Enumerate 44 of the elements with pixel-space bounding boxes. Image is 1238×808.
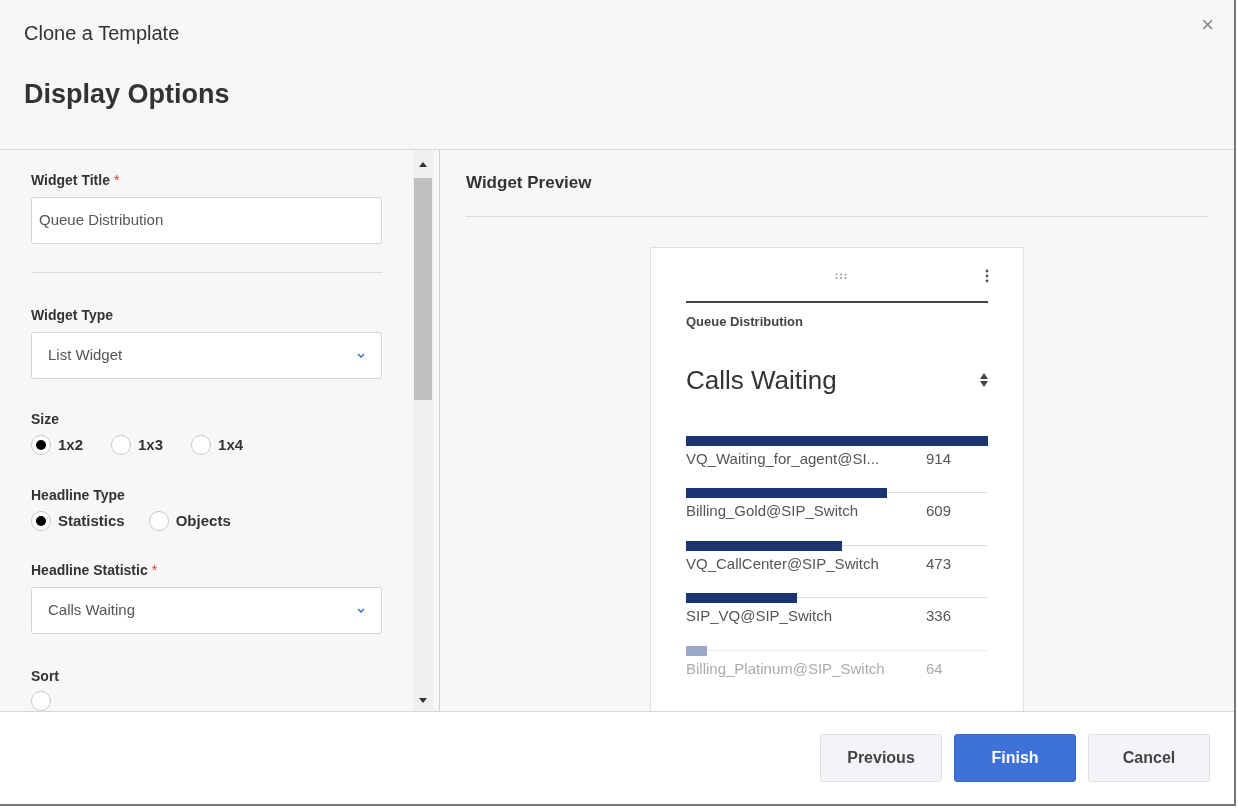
- dialog-subtitle: Display Options: [24, 78, 230, 111]
- row-name: SIP_VQ@SIP_Switch: [686, 606, 834, 626]
- dropdown[interactable]: Calls Waiting: [31, 587, 382, 634]
- field-label: Sort: [31, 667, 59, 686]
- row-name: VQ_Waiting_for_agent@SI...: [686, 448, 881, 469]
- scrollbar-thumb[interactable]: [414, 178, 432, 400]
- required-marker: *: [151, 561, 158, 580]
- chevron-down-icon: [357, 608, 365, 613]
- row-value: 914: [926, 448, 952, 469]
- preview-heading: Widget Preview: [466, 173, 592, 192]
- row-value: 336: [926, 606, 952, 626]
- widget-title: Queue Distribution: [686, 313, 803, 329]
- row-value: 64: [926, 658, 943, 679]
- field-label: Size: [31, 410, 59, 429]
- row-name: Billing_Platinum@SIP_Switch: [686, 658, 886, 679]
- radio-button[interactable]: [31, 691, 51, 711]
- chevron-down-icon: [357, 353, 365, 358]
- scroll-up-icon[interactable]: [419, 162, 427, 167]
- radio-option[interactable]: 1x2: [31, 434, 84, 457]
- dialog-button[interactable]: Cancel: [1088, 734, 1210, 782]
- more-options-icon[interactable]: [985, 268, 989, 283]
- scrollbar[interactable]: [413, 150, 433, 711]
- row-value: 473: [926, 553, 952, 574]
- headline-statistic: Calls Waiting: [686, 363, 837, 397]
- field-label: Headline Statistic: [31, 561, 148, 580]
- dropdown[interactable]: List Widget: [31, 332, 382, 379]
- row-name: VQ_CallCenter@SIP_Switch: [686, 553, 880, 574]
- finish-button[interactable]: Finish: [954, 734, 1076, 782]
- radio-option[interactable]: 1x3: [111, 434, 164, 457]
- dialog-button[interactable]: Previous: [820, 734, 942, 782]
- field-label: Widget Type: [31, 306, 114, 325]
- row-value: 609: [926, 501, 952, 521]
- scroll-down-icon[interactable]: [419, 698, 427, 703]
- dialog-title: Clone a Template: [24, 21, 180, 46]
- field-label: Widget Title: [31, 171, 110, 190]
- input-field[interactable]: Queue Distribution: [31, 197, 382, 244]
- field-label: Headline Type: [31, 485, 125, 505]
- radio-option[interactable]: 1x4: [191, 434, 244, 457]
- radio-option[interactable]: Statistics: [31, 509, 125, 532]
- required-marker: *: [113, 171, 120, 190]
- drag-handle-icon[interactable]: [834, 272, 847, 279]
- row-name: Billing_Gold@SIP_Switch: [686, 501, 859, 521]
- radio-option[interactable]: Objects: [148, 509, 231, 532]
- sort-icon[interactable]: [980, 373, 988, 387]
